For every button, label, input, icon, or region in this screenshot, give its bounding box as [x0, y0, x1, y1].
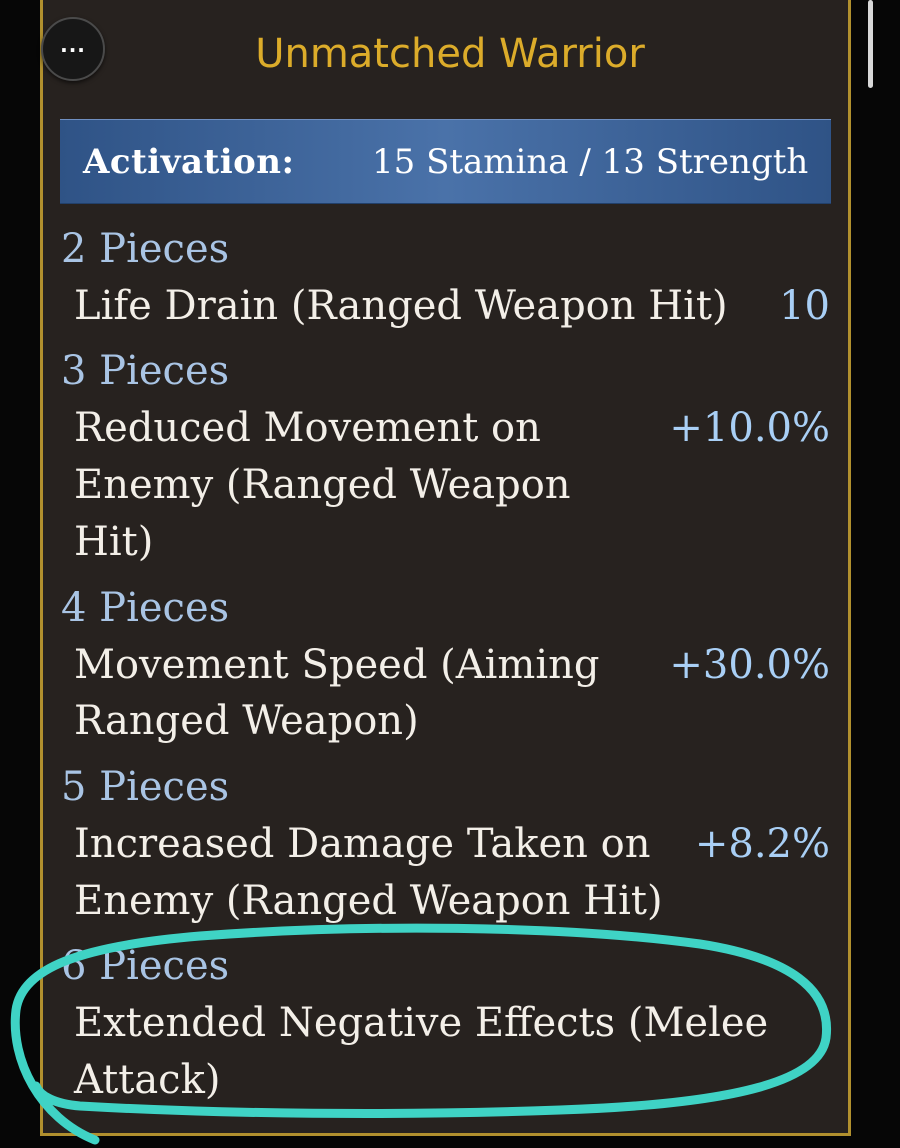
set-bonus-6-text-line-1: Extended Negative Effects (Melee — [74, 1000, 769, 1046]
more-horizontal-icon: ... — [60, 33, 86, 57]
set-bonus-6-header: 6 Pieces — [61, 943, 230, 989]
set-bonus-5-header: 5 Pieces — [61, 764, 230, 810]
set-bonus-4-text-line-2: Ranged Weapon) — [74, 698, 419, 744]
activation-bar: Activation: 15 Stamina / 13 Strength — [60, 119, 831, 204]
set-bonus-5-text-line-2: Enemy (Ranged Weapon Hit) — [74, 878, 663, 924]
set-bonus-3-text-line-3: Hit) — [74, 519, 154, 565]
set-bonus-4-value: +30.0% — [669, 642, 830, 688]
set-bonus-4-header: 4 Pieces — [61, 585, 230, 631]
set-title: Unmatched Warrior — [255, 31, 645, 77]
set-bonus-2-text: Life Drain (Ranged Weapon Hit) — [74, 283, 728, 329]
activation-label: Activation: — [83, 142, 295, 182]
set-bonus-3-header: 3 Pieces — [61, 348, 230, 394]
set-bonus-2-value: 10 — [779, 283, 830, 329]
set-bonus-4-text-line-1: Movement Speed (Aiming — [74, 642, 600, 688]
set-bonus-3-text-line-1: Reduced Movement on — [74, 405, 541, 451]
more-options-button[interactable]: ... — [41, 17, 105, 81]
set-bonus-5-value: +8.2% — [694, 821, 830, 867]
activation-requirements: 15 Stamina / 13 Strength — [372, 142, 809, 182]
set-bonus-3-value: +10.0% — [669, 405, 830, 451]
set-bonus-6-text-line-2: Attack) — [74, 1057, 221, 1103]
set-bonus-2-header: 2 Pieces — [61, 226, 230, 272]
set-bonus-5-text-line-1: Increased Damage Taken on — [74, 821, 651, 867]
set-bonus-3-text-line-2: Enemy (Ranged Weapon — [74, 462, 571, 508]
